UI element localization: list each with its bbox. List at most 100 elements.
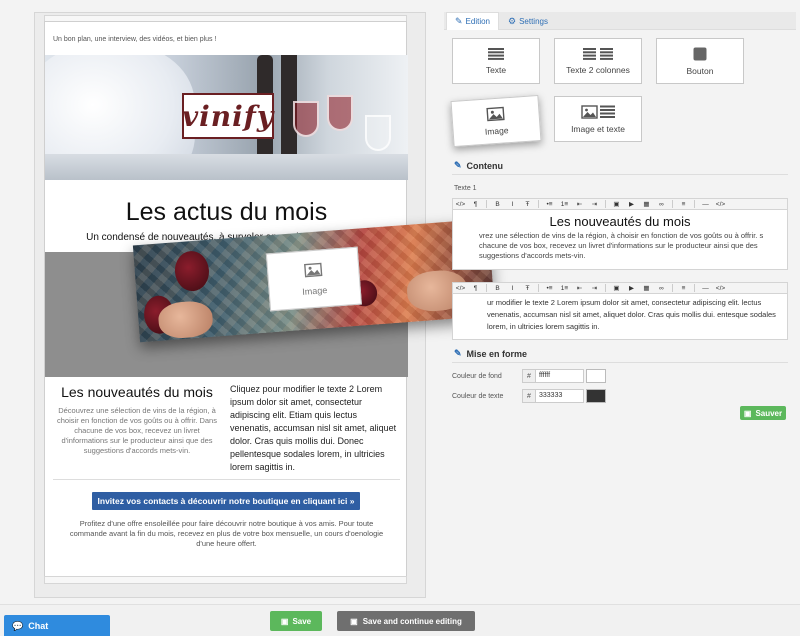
format-section-heading: ✎ Mise en forme <box>454 348 527 359</box>
section-divider <box>452 174 788 175</box>
bg-color-input[interactable]: ffffff <box>536 369 584 383</box>
tab-edition[interactable]: ✎ Edition <box>446 12 500 30</box>
panel-save-button[interactable]: ▣ Sauver <box>740 406 786 420</box>
bg-color-label: Couleur de fond <box>452 372 502 380</box>
editor1-heading: Les nouveautés du mois <box>549 214 691 229</box>
toolbar-button[interactable]: I <box>505 199 520 209</box>
button-square-icon <box>693 47 707 60</box>
toolbar-button[interactable]: ▶ <box>624 199 639 209</box>
toolbar-button[interactable]: ▣ <box>609 199 624 209</box>
bg-color-hash: # <box>522 369 536 383</box>
block-image-text-label: Image et texte <box>571 123 625 134</box>
editor1-area[interactable]: Les nouveautés du mois vrez une sélectio… <box>452 210 788 270</box>
save-label: Save <box>292 616 312 626</box>
block-image-label: Image <box>484 124 509 137</box>
toolbar-button[interactable]: •≡ <box>542 199 557 209</box>
dragged-image-text: Image <box>301 284 328 297</box>
email-title[interactable]: Les actus du mois <box>45 198 408 227</box>
toolbar-separator <box>605 284 606 292</box>
editor2-area[interactable]: ur modifier le texte 2 Lorem ipsum dolor… <box>452 294 788 340</box>
text-color-label: Couleur de texte <box>452 392 504 400</box>
block-texte-label: Texte <box>485 64 507 75</box>
email-divider <box>53 479 400 480</box>
tab-settings[interactable]: ⚙ Settings <box>500 12 556 30</box>
edit-icon: ✎ <box>454 348 462 358</box>
editor1-text: vrez une sélection de vins de la région,… <box>479 231 764 260</box>
toolbar-button[interactable]: ⇤ <box>572 283 587 293</box>
toolbar-button[interactable]: </> <box>713 283 728 293</box>
block-texte-button[interactable]: Texte <box>452 38 540 84</box>
toolbar-separator <box>672 200 673 208</box>
toolbar-button[interactable]: ¶ <box>468 283 483 293</box>
hero-glass <box>365 115 391 151</box>
toolbar-button[interactable]: ▶ <box>624 283 639 293</box>
text-color-input[interactable]: 333333 <box>536 389 584 403</box>
toolbar-button[interactable]: ¶ <box>468 199 483 209</box>
tab-edition-label: Edition <box>465 17 491 26</box>
text-color-swatch[interactable] <box>586 389 606 403</box>
block-button-label: Bouton <box>686 65 714 76</box>
bg-color-swatch[interactable] <box>586 369 606 383</box>
cta-button[interactable]: Invitez vos contacts à découvrir notre b… <box>92 492 360 510</box>
hero-glass <box>293 101 319 137</box>
toolbar-button[interactable]: Ŧ <box>520 283 535 293</box>
toolbar-button[interactable]: I <box>505 283 520 293</box>
toolbar-button[interactable]: ▦ <box>639 283 654 293</box>
brand-logo: vinify <box>182 93 274 139</box>
floppy-icon: ▣ <box>280 616 289 626</box>
text-color-row: Couleur de texte # 333333 <box>452 389 606 403</box>
editor-panel: ✎ Edition ⚙ Settings Texte Texte 2 colon… <box>444 12 796 602</box>
block-button-button[interactable]: Bouton <box>656 38 744 84</box>
content-section-label: Contenu <box>466 160 504 171</box>
toolbar-button[interactable]: ∞ <box>654 199 669 209</box>
block-image-button[interactable]: Image <box>450 94 542 148</box>
toolbar-button[interactable]: ⇥ <box>587 199 602 209</box>
text-color-hash: # <box>522 389 536 403</box>
toolbar-button[interactable]: ≡ <box>676 283 691 293</box>
toolbar-button[interactable]: Ŧ <box>520 199 535 209</box>
toolbar-button[interactable]: ▦ <box>639 199 654 209</box>
block-two-columns-label: Texte 2 colonnes <box>566 64 630 75</box>
toolbar-button[interactable]: ▣ <box>609 283 624 293</box>
save-button[interactable]: ▣ Save <box>270 611 322 631</box>
toolbar-button[interactable]: •≡ <box>542 283 557 293</box>
block-two-columns-button[interactable]: Texte 2 colonnes <box>554 38 642 84</box>
save-continue-button[interactable]: ▣ Save and continue editing <box>337 611 475 631</box>
left-column[interactable]: Les nouveautés du mois Découvrez une sél… <box>57 384 217 456</box>
toolbar-button[interactable]: 1≡ <box>557 199 572 209</box>
email-preheader[interactable]: Un bon plan, une interview, des vidéos, … <box>53 36 216 43</box>
toolbar-button[interactable]: </> <box>453 199 468 209</box>
toolbar-button[interactable]: B <box>490 199 505 209</box>
editor1-toolbar: </> ¶ B I Ŧ •≡ 1≡ ⇤ ⇥ ▣ ▶ ▦ ∞ ≡ — </> <box>452 198 788 210</box>
toolbar-button[interactable]: </> <box>713 199 728 209</box>
floppy-icon: ▣ <box>743 408 752 418</box>
canvas-bottom-strip <box>44 576 407 584</box>
toolbar-button[interactable]: ∞ <box>654 283 669 293</box>
toolbar-button[interactable]: — <box>698 283 713 293</box>
format-section-label: Mise en forme <box>466 348 528 359</box>
toolbar-separator <box>538 284 539 292</box>
editor2-text: ur modifier le texte 2 Lorem ipsum dolor… <box>487 298 776 331</box>
chat-button[interactable]: 💬 Chat <box>4 615 110 636</box>
left-column-heading: Les nouveautés du mois <box>61 384 213 400</box>
toolbar-button[interactable]: ≡ <box>676 199 691 209</box>
right-column-text[interactable]: Cliquez pour modifier le texte 2 Lorem i… <box>230 383 400 474</box>
toolbar-separator <box>486 284 487 292</box>
pencil-icon: ✎ <box>455 16 463 26</box>
bg-color-row: Couleur de fond # ffffff <box>452 369 606 383</box>
toolbar-button[interactable]: ⇥ <box>587 283 602 293</box>
toolbar-button[interactable]: ⇤ <box>572 199 587 209</box>
toolbar-button[interactable]: B <box>490 283 505 293</box>
image-icon <box>486 106 505 121</box>
email-footer-text[interactable]: Profitez d'une offre ensoleillée pour fa… <box>65 519 388 549</box>
toolbar-button[interactable]: </> <box>453 283 468 293</box>
text1-label: Texte 1 <box>454 185 477 192</box>
edit-icon: ✎ <box>454 160 462 170</box>
chat-label: Chat <box>28 621 49 631</box>
toolbar-button[interactable]: — <box>698 199 713 209</box>
toolbar-button[interactable]: 1≡ <box>557 283 572 293</box>
hero-image[interactable]: vinify <box>45 55 408 180</box>
toolbar-separator <box>486 200 487 208</box>
block-image-text-button[interactable]: Image et texte <box>554 96 642 142</box>
image-icon <box>303 262 323 282</box>
